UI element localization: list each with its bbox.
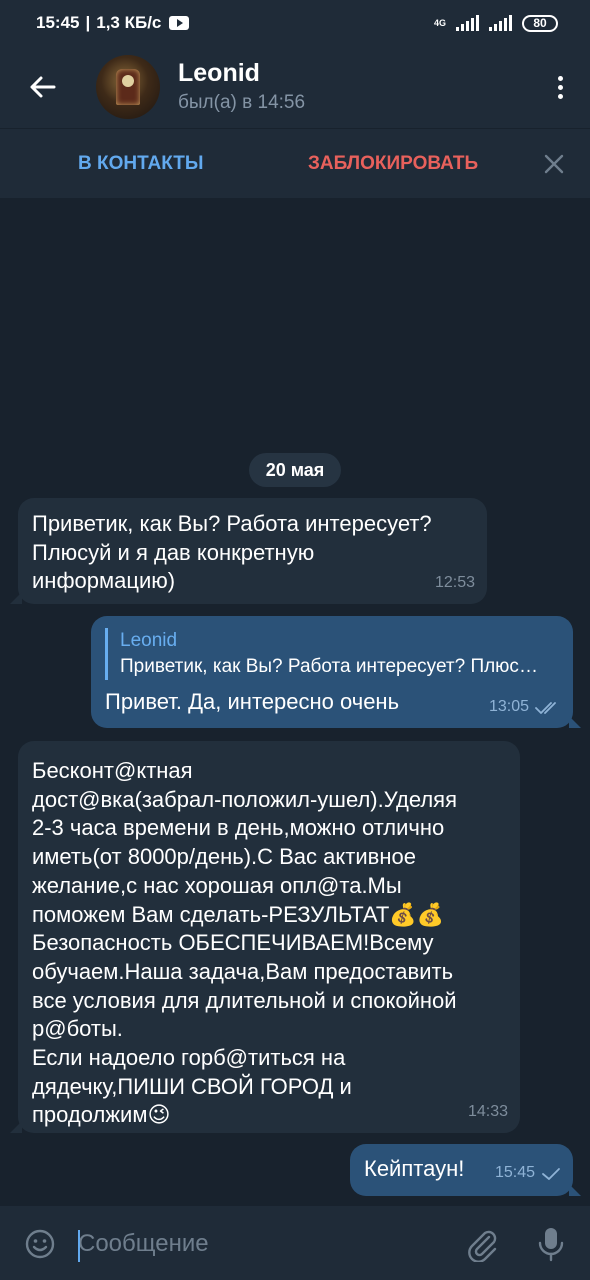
chat-header: Leonid был(а) в 14:56: [0, 46, 590, 128]
battery-icon: 80: [522, 14, 558, 32]
message-time: 12:53: [434, 574, 475, 592]
chat-title[interactable]: Leonid был(а) в 14:56: [178, 58, 305, 116]
message-input[interactable]: [78, 1224, 448, 1264]
double-check-icon: [535, 701, 556, 714]
reply-text: Приветик, как Вы? Работа интересует? Плю…: [120, 656, 545, 677]
message-bubble-incoming[interactable]: Приветик, как Вы? Работа интересует? Плю…: [10, 498, 487, 604]
arrow-left-icon: [30, 76, 56, 98]
status-separator: |: [85, 13, 91, 32]
text-cursor: [78, 1230, 80, 1262]
paperclip-icon[interactable]: [465, 1228, 499, 1262]
message-meta: 13:05: [489, 693, 561, 722]
message-bubble-outgoing[interactable]: Leonid Приветик, как Вы? Работа интересу…: [91, 616, 581, 728]
status-speed: 1,3 КБ/с: [96, 13, 162, 32]
contact-name: Leonid: [178, 59, 260, 87]
message-bubble-incoming[interactable]: Бесконт@ктная дост@вка(забрал-положил-уш…: [10, 741, 520, 1133]
signal-icon-2: [489, 15, 512, 31]
reply-author: Leonid: [120, 630, 178, 651]
message-meta: 15:45: [495, 1159, 561, 1188]
network-type: 4G: [433, 18, 446, 28]
add-to-contacts-button[interactable]: В КОНТАКТЫ: [78, 153, 204, 175]
reply-quote[interactable]: Leonid Приветик, как Вы? Работа интересу…: [105, 628, 545, 680]
avatar[interactable]: [96, 55, 160, 119]
date-separator: 20 мая: [249, 453, 341, 487]
date-label: 20 мая: [265, 459, 325, 480]
message-text: Приветик, как Вы? Работа интересует? Плю…: [32, 511, 432, 594]
contact-action-bar: В КОНТАКТЫ ЗАБЛОКИРОВАТЬ: [0, 128, 590, 198]
more-menu-button[interactable]: [530, 46, 590, 128]
composer-bar: [0, 1206, 590, 1280]
status-right: 4G 80: [433, 14, 558, 32]
status-left: 15:45 | 1,3 КБ/с: [36, 13, 190, 33]
single-check-icon: [542, 1167, 560, 1180]
message-time: 15:45: [494, 1164, 535, 1182]
battery-level: 80: [533, 16, 547, 30]
status-bar: 15:45 | 1,3 КБ/с 4G 80: [0, 0, 590, 46]
block-user-button[interactable]: ЗАБЛОКИРОВАТЬ: [308, 153, 478, 175]
youtube-icon: [169, 16, 190, 30]
close-icon[interactable]: [542, 152, 566, 176]
last-seen-status: был(а) в 14:56: [178, 92, 306, 113]
message-list[interactable]: 20 мая Приветик, как Вы? Работа интересу…: [0, 198, 590, 1206]
more-vertical-icon: [557, 75, 563, 81]
status-time: 15:45: [36, 13, 80, 32]
message-bubble-outgoing[interactable]: Кейптаун! 15:45: [350, 1144, 581, 1196]
microphone-icon[interactable]: [535, 1226, 567, 1262]
message-text: Бесконт@ктная дост@вка(забрал-положил-уш…: [32, 758, 457, 1128]
back-button[interactable]: [0, 46, 84, 128]
message-time: 14:33: [467, 1103, 508, 1121]
smile-icon[interactable]: [24, 1228, 56, 1260]
message-time: 13:05: [488, 698, 529, 716]
signal-icon: [456, 15, 479, 31]
